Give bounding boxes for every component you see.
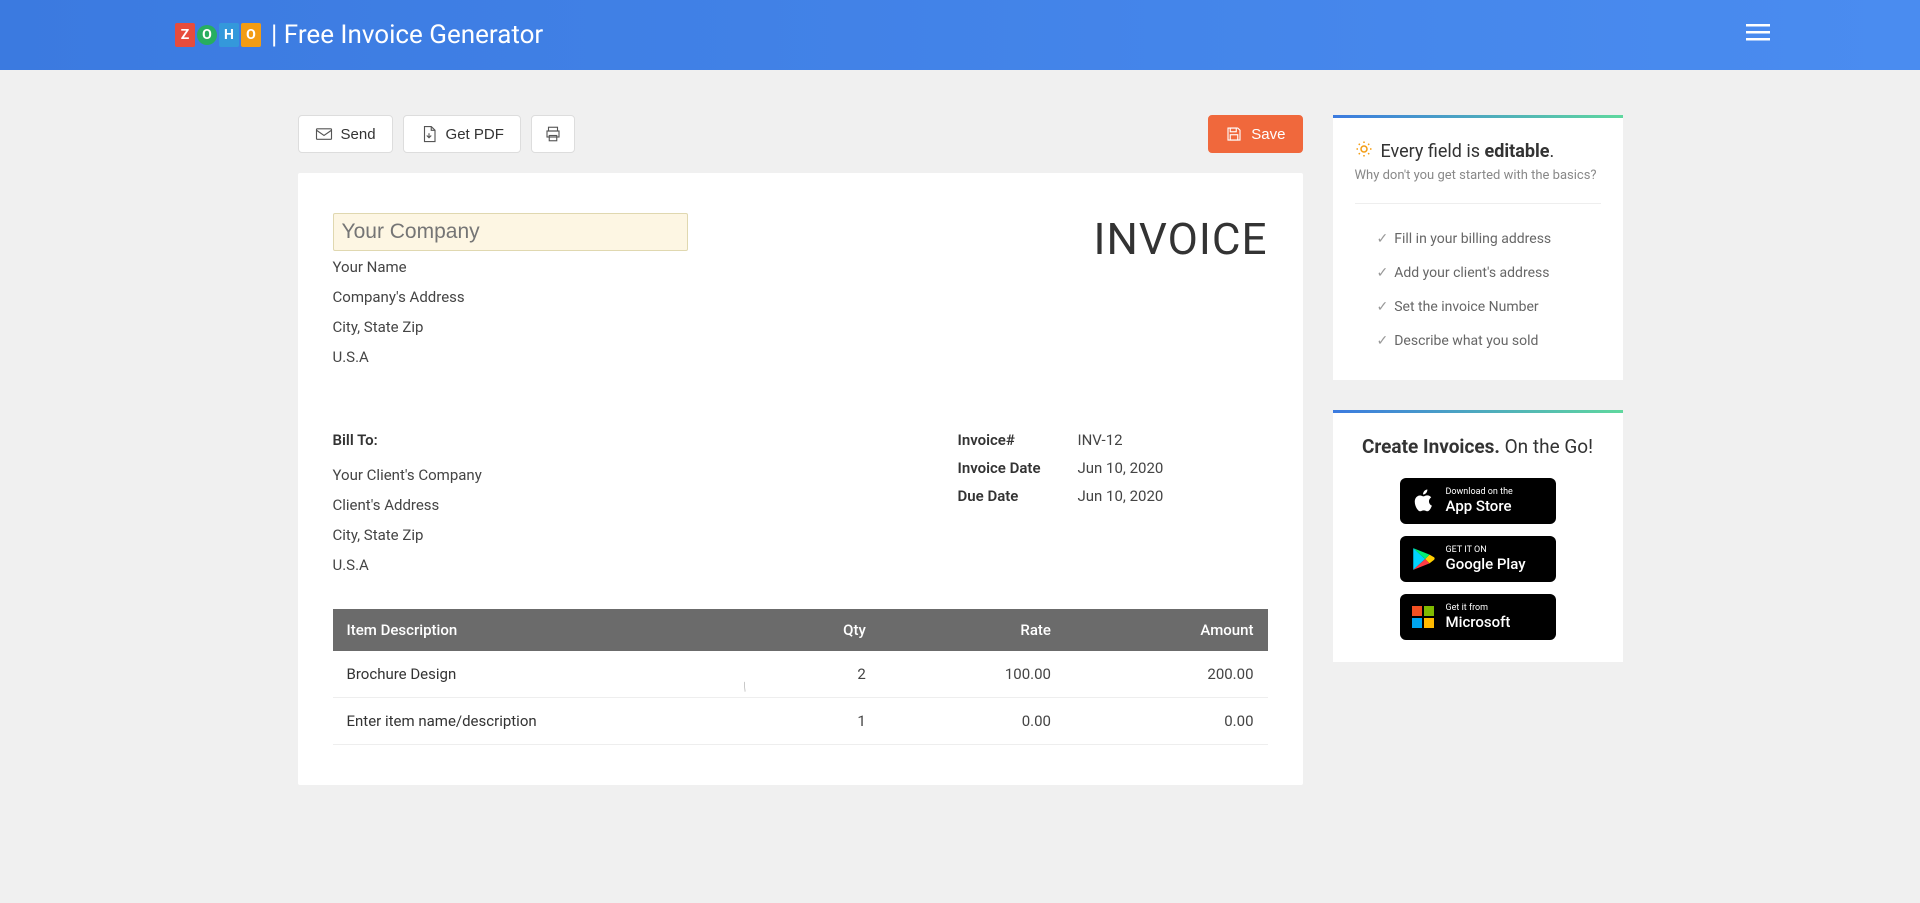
items-table: Item Description Qty Rate Amount Brochur… [333, 609, 1268, 745]
tip-item: ✓Describe what you sold [1355, 324, 1601, 358]
col-amount: Amount [1065, 609, 1268, 651]
due-date-value[interactable]: Jun 10, 2020 [1078, 487, 1164, 505]
client-company-field[interactable]: Your Client's Company [333, 461, 928, 489]
country-field[interactable]: U.S.A [333, 343, 688, 371]
invoice-date-label: Invoice Date [958, 459, 1078, 477]
company-address-field[interactable]: Company's Address [333, 283, 688, 311]
save-button[interactable]: Save [1208, 115, 1302, 153]
tip-item: ✓Set the invoice Number [1355, 290, 1601, 324]
googleplay-icon [1410, 546, 1436, 572]
col-rate: Rate [880, 609, 1065, 651]
item-rate-placeholder[interactable]: 0.00 [880, 698, 1065, 745]
bill-to-label: Bill To: [333, 431, 928, 449]
apple-icon [1410, 488, 1436, 514]
tip-heading: Every field is editable. [1381, 141, 1555, 162]
item-rate-cell[interactable]: 100.00 [880, 651, 1065, 698]
invoice-date-value[interactable]: Jun 10, 2020 [1078, 459, 1164, 477]
tip-subtext: Why don't you get started with the basic… [1355, 168, 1601, 183]
mail-icon [315, 125, 333, 143]
client-address-field[interactable]: Client's Address [333, 491, 928, 519]
check-icon: ✓ [1377, 231, 1389, 247]
hamburger-menu-icon[interactable] [1746, 24, 1770, 46]
city-state-zip-field[interactable]: City, State Zip [333, 313, 688, 341]
invoice-heading[interactable]: INVOICE [1094, 213, 1268, 371]
item-desc-cell[interactable]: Brochure Design⟋ [333, 651, 754, 698]
col-qty: Qty [753, 609, 880, 651]
item-amount-placeholder: 0.00 [1065, 698, 1268, 745]
onthego-title: Create Invoices. On the Go! [1355, 435, 1601, 458]
page-title: | Free Invoice Generator [271, 20, 543, 50]
item-amount-cell: 200.00 [1065, 651, 1268, 698]
due-date-label: Due Date [958, 487, 1078, 505]
tips-card: Every field is editable. Why don't you g… [1333, 115, 1623, 380]
appstore-badge[interactable]: Download on theApp Store [1400, 478, 1556, 524]
client-csz-field[interactable]: City, State Zip [333, 521, 928, 549]
pdf-icon [420, 125, 438, 143]
item-desc-placeholder[interactable]: Enter item name/description [333, 698, 754, 745]
save-icon [1225, 125, 1243, 143]
app-header: Z O H O | Free Invoice Generator [0, 0, 1920, 70]
invoice-number-label: Invoice# [958, 431, 1078, 449]
get-pdf-label: Get PDF [446, 126, 504, 143]
lightbulb-icon [1355, 140, 1373, 163]
toolbar: Send Get PDF Save [298, 115, 1303, 153]
tip-item: ✓Fill in your billing address [1355, 222, 1601, 256]
invoice-number-value[interactable]: INV-12 [1078, 431, 1123, 449]
send-label: Send [341, 126, 376, 143]
your-name-field[interactable]: Your Name [333, 253, 688, 281]
print-button[interactable] [531, 115, 575, 153]
company-name-input[interactable] [333, 213, 688, 251]
check-icon: ✓ [1377, 299, 1389, 315]
item-qty-placeholder[interactable]: 1 [753, 698, 880, 745]
send-button[interactable]: Send [298, 115, 393, 153]
zoho-logo: Z O H O [175, 23, 261, 47]
print-icon [544, 125, 562, 143]
microsoft-badge[interactable]: Get it fromMicrosoft [1400, 594, 1556, 640]
tip-item: ✓Add your client's address [1355, 256, 1601, 290]
get-pdf-button[interactable]: Get PDF [403, 115, 521, 153]
item-qty-cell[interactable]: 2 [753, 651, 880, 698]
client-country-field[interactable]: U.S.A [333, 551, 928, 579]
table-row-placeholder: Enter item name/description 1 0.00 0.00 [333, 698, 1268, 745]
resize-handle-icon[interactable]: ⟋ [739, 681, 752, 694]
onthego-card: Create Invoices. On the Go! Download on … [1333, 410, 1623, 662]
table-row: Brochure Design⟋ 2 100.00 200.00 [333, 651, 1268, 698]
save-label: Save [1251, 126, 1285, 143]
check-icon: ✓ [1377, 265, 1389, 281]
check-icon: ✓ [1377, 333, 1389, 349]
microsoft-icon [1410, 604, 1436, 630]
col-desc: Item Description [333, 609, 754, 651]
googleplay-badge[interactable]: GET IT ONGoogle Play [1400, 536, 1556, 582]
invoice-card: Your Name Company's Address City, State … [298, 173, 1303, 785]
